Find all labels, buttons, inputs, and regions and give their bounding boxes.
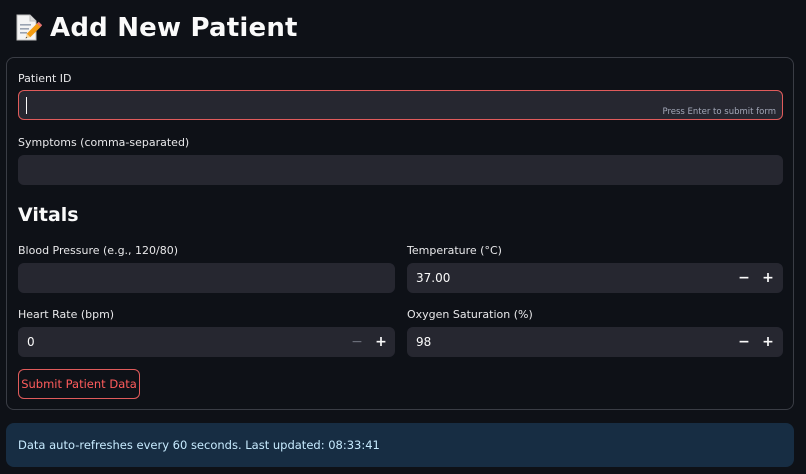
page-title: Add New Patient [50, 13, 298, 43]
submit-patient-data-button[interactable]: Submit Patient Data [18, 369, 140, 399]
memo-pencil-icon [16, 14, 42, 41]
oxygen-saturation-decrement-button[interactable]: − [734, 332, 754, 352]
patient-id-input[interactable]: Press Enter to submit form [18, 90, 783, 120]
refresh-info-banner: Data auto-refreshes every 60 seconds. La… [6, 423, 794, 467]
vitals-heading: Vitals [18, 204, 79, 226]
heart-rate-value: 0 [27, 335, 35, 349]
temperature-label: Temperature (°C) [407, 244, 502, 257]
temperature-decrement-button[interactable]: − [734, 268, 754, 288]
heart-rate-increment-button[interactable]: + [371, 332, 391, 352]
symptoms-input[interactable] [18, 155, 783, 185]
refresh-info-text: Data auto-refreshes every 60 seconds. La… [18, 438, 380, 452]
blood-pressure-label: Blood Pressure (e.g., 120/80) [18, 244, 179, 257]
blood-pressure-input[interactable] [18, 263, 395, 293]
heart-rate-label: Heart Rate (bpm) [18, 308, 115, 321]
heart-rate-decrement-button[interactable]: − [347, 332, 367, 352]
temperature-input[interactable]: 37.00 − + [407, 263, 783, 293]
temperature-increment-button[interactable]: + [758, 268, 778, 288]
oxygen-saturation-value: 98 [416, 335, 432, 349]
heart-rate-input[interactable]: 0 − + [18, 327, 395, 357]
page-header: Add New Patient [12, 10, 298, 46]
oxygen-saturation-input[interactable]: 98 − + [407, 327, 783, 357]
patient-id-label: Patient ID [18, 72, 72, 85]
temperature-value: 37.00 [416, 271, 451, 285]
oxygen-saturation-increment-button[interactable]: + [758, 332, 778, 352]
text-caret [26, 97, 27, 114]
symptoms-label: Symptoms (comma-separated) [18, 136, 190, 149]
page: Add New Patient Patient ID Press Enter t… [0, 0, 806, 474]
submit-hint: Press Enter to submit form [662, 107, 776, 117]
oxygen-saturation-label: Oxygen Saturation (%) [407, 308, 533, 321]
